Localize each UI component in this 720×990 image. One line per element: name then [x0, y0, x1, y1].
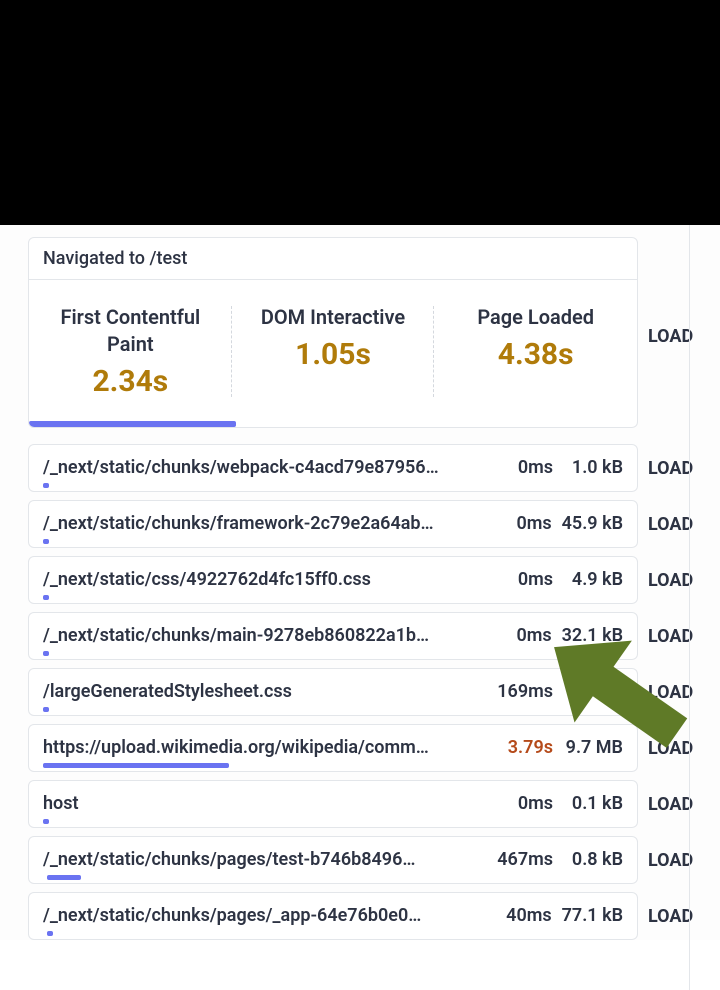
request-size: 0.1 kB [563, 793, 623, 814]
request-time: 467ms [497, 849, 563, 870]
navigation-header: Navigated to /test [29, 238, 637, 280]
load-tag: LOAD [648, 906, 700, 927]
metric-label: First Contentful Paint [37, 304, 224, 358]
request-time: 0ms [516, 625, 561, 646]
metric-dom-interactive: DOM Interactive 1.05s [232, 298, 435, 405]
request-timing-bar [43, 763, 229, 768]
request-timing-bar [43, 483, 49, 488]
request-time: 0ms [518, 569, 563, 590]
request-timing-bar [43, 707, 49, 712]
request-card[interactable]: /_next/static/chunks/framework-2c79e2a64… [28, 500, 638, 548]
request-size: 0.8 kB [563, 849, 623, 870]
request-card[interactable]: /_next/static/chunks/pages/_app-64e76b0e… [28, 892, 638, 940]
request-time: 0ms [516, 513, 561, 534]
request-row: /_next/static/chunks/main-9278eb860822a1… [28, 612, 700, 660]
load-tag: LOAD [648, 794, 700, 815]
metric-page-loaded: Page Loaded 4.38s [434, 298, 637, 405]
request-size: 9.7 MB [563, 737, 623, 758]
request-time: 0ms [518, 793, 563, 814]
request-card[interactable]: /_next/static/css/4922762d4fc15ff0.css0m… [28, 556, 638, 604]
metric-value: 4.38s [442, 337, 629, 372]
request-row: /_next/static/chunks/webpack-c4acd79e879… [28, 444, 700, 492]
request-card[interactable]: /_next/static/chunks/webpack-c4acd79e879… [28, 444, 638, 492]
request-row: /_next/static/chunks/pages/test-b746b849… [28, 836, 700, 884]
top-black-region [0, 0, 720, 225]
request-timing-bar [47, 931, 53, 936]
request-time: 40ms [506, 905, 561, 926]
load-tag: LOAD [648, 682, 700, 703]
request-path: /_next/static/chunks/webpack-c4acd79e879… [43, 457, 518, 478]
request-row: /_next/static/chunks/framework-2c79e2a64… [28, 500, 700, 548]
request-path: /_next/static/chunks/pages/test-b746b849… [43, 849, 497, 870]
metric-label: DOM Interactive [240, 304, 427, 331]
metric-value: 2.34s [37, 364, 224, 399]
load-tag: LOAD [648, 458, 700, 479]
request-path: /_next/static/chunks/main-9278eb860822a1… [43, 625, 516, 646]
request-row: /_next/static/chunks/pages/_app-64e76b0e… [28, 892, 700, 940]
load-tag: LOAD [648, 514, 700, 535]
request-time: 0ms [518, 457, 563, 478]
request-row: /_next/static/css/4922762d4fc15ff0.css0m… [28, 556, 700, 604]
request-row: /largeGeneratedStylesheet.css169ms LOAD [28, 668, 700, 716]
request-path: /largeGeneratedStylesheet.css [43, 681, 497, 702]
metric-fcp: First Contentful Paint 2.34s [29, 298, 232, 405]
load-tag: LOAD [648, 850, 700, 871]
request-path: host [43, 793, 518, 814]
request-size: 32.1 kB [562, 625, 623, 646]
metric-label: Page Loaded [442, 304, 629, 331]
performance-panel: Navigated to /test First Contentful Pain… [0, 225, 720, 940]
request-path: /_next/static/chunks/pages/_app-64e76b0e… [43, 905, 506, 926]
navigation-row: Navigated to /test First Contentful Pain… [28, 237, 700, 436]
load-tag: LOAD [648, 738, 700, 759]
request-path: /_next/static/css/4922762d4fc15ff0.css [43, 569, 518, 590]
request-path: https://upload.wikimedia.org/wikipedia/c… [43, 737, 508, 758]
request-path: /_next/static/chunks/framework-2c79e2a64… [43, 513, 516, 534]
request-card[interactable]: https://upload.wikimedia.org/wikipedia/c… [28, 724, 638, 772]
request-time: 169ms [497, 681, 563, 702]
request-card[interactable]: host0ms0.1 kB [28, 780, 638, 828]
right-divider [689, 225, 690, 990]
request-timing-bar [43, 539, 49, 544]
request-card[interactable]: /_next/static/chunks/main-9278eb860822a1… [28, 612, 638, 660]
request-row: host0ms0.1 kB LOAD [28, 780, 700, 828]
navigation-progress-bar [29, 421, 236, 427]
request-size: 4.9 kB [563, 569, 623, 590]
request-timing-bar [43, 819, 49, 824]
load-tag: LOAD [648, 626, 700, 647]
request-size: 77.1 kB [562, 905, 623, 926]
request-timing-bar [43, 651, 49, 656]
request-row: https://upload.wikimedia.org/wikipedia/c… [28, 724, 700, 772]
request-timing-bar [43, 595, 49, 600]
request-size: 1.0 kB [563, 457, 623, 478]
load-tag: LOAD [648, 570, 700, 591]
request-card[interactable]: /largeGeneratedStylesheet.css169ms [28, 668, 638, 716]
load-tag: LOAD [648, 326, 700, 347]
metrics-row: First Contentful Paint 2.34s DOM Interac… [29, 280, 637, 427]
request-timing-bar [47, 875, 81, 880]
request-time: 3.79s [508, 737, 563, 758]
metric-value: 1.05s [240, 337, 427, 372]
navigation-card[interactable]: Navigated to /test First Contentful Pain… [28, 237, 638, 428]
request-card[interactable]: /_next/static/chunks/pages/test-b746b849… [28, 836, 638, 884]
request-size: 45.9 kB [562, 513, 623, 534]
